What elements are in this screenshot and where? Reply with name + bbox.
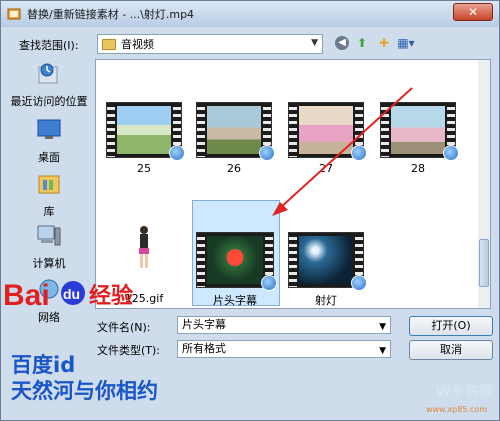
up-folder-icon[interactable]: ⬆ (353, 34, 371, 52)
brand-watermark-url: www.xp85.com (425, 405, 487, 414)
place-desktop[interactable]: 桌面 (7, 117, 91, 165)
app-icon (7, 8, 21, 20)
window-title: 替换/重新链接素材 - ...\射灯.mp4 (27, 8, 195, 21)
chevron-down-icon[interactable]: ▼ (379, 343, 386, 359)
filename-label: 文件名(N): (97, 321, 151, 334)
title-bar: 替换/重新链接素材 - ...\射灯.mp4 ✕ (1, 1, 499, 27)
lookin-value: 音视频 (121, 38, 154, 51)
cancel-button[interactable]: 取消 (409, 340, 493, 360)
place-label: 最近访问的位置 (10, 95, 88, 108)
lookin-dropdown[interactable]: 音视频 ▼ (97, 34, 323, 54)
new-folder-icon[interactable]: ✚ (375, 34, 393, 52)
filename-value: 片头字幕 (182, 318, 226, 331)
scrollbar-thumb[interactable] (479, 239, 489, 287)
baidu-watermark-logo: Bai du 经验 (1, 269, 181, 319)
place-computer[interactable]: 计算机 (7, 223, 91, 271)
baidu-jingyan-logo: Bai du 经验 (3, 279, 133, 312)
place-label: 库 (43, 205, 55, 218)
back-icon[interactable]: ◀ (335, 36, 349, 50)
svg-text:du: du (63, 286, 80, 302)
place-library[interactable]: 库 (7, 171, 91, 219)
views-menu-icon[interactable]: ▦▾ (397, 34, 415, 52)
place-label: 桌面 (38, 151, 60, 164)
filetype-label: 文件类型(T): (97, 344, 161, 357)
brand-watermark: W乡包德 (435, 384, 493, 400)
computer-icon (37, 225, 61, 246)
filetype-value: 所有格式 (182, 342, 226, 355)
chevron-down-icon[interactable]: ▼ (379, 319, 386, 335)
lookin-label: 查找范围(I): (19, 39, 79, 52)
svg-text:经验: 经验 (89, 283, 133, 309)
close-button[interactable]: ✕ (453, 3, 493, 21)
place-recent[interactable]: 最近访问的位置 (7, 61, 91, 109)
svg-text:Bai: Bai (3, 279, 50, 312)
watermark-line2: 天然河与你相约 (11, 379, 158, 403)
open-button[interactable]: 打开(O) (409, 316, 493, 336)
filename-input[interactable]: 片头字幕 ▼ (177, 316, 391, 334)
chevron-down-icon[interactable]: ▼ (311, 38, 318, 48)
dialog-window: 替换/重新链接素材 - ...\射灯.mp4 ✕ 查找范围(I): 音视频 ▼ … (0, 0, 500, 421)
desktop-icon (37, 119, 61, 139)
folder-icon (102, 38, 116, 50)
filetype-select[interactable]: 所有格式 ▼ (177, 340, 391, 358)
nav-toolbar: ◀ ⬆ ✚ ▦▾ (335, 34, 415, 52)
recent-places-icon (38, 63, 58, 84)
library-icon (38, 175, 60, 194)
